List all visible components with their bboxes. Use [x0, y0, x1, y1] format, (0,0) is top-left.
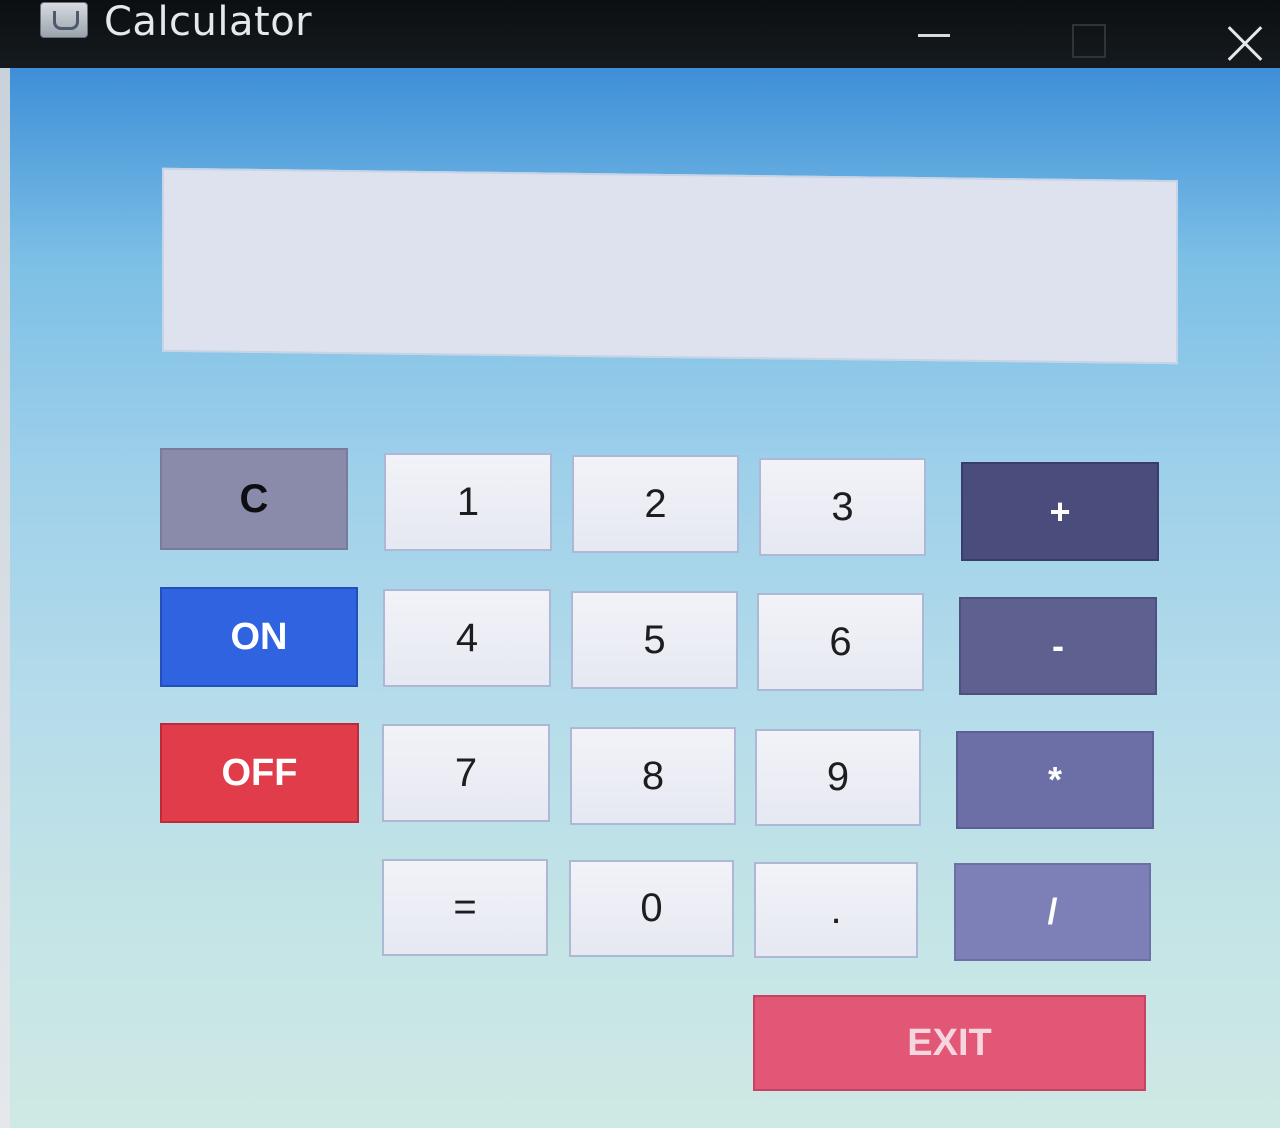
calculator-window: Calculator C 1 2 3 + ON 4 5 6 - OFF 7 8 …: [0, 0, 1280, 1128]
maximize-button[interactable]: [1064, 14, 1118, 58]
digit-6-button[interactable]: 6: [757, 593, 924, 691]
digit-9-button[interactable]: 9: [755, 729, 921, 826]
on-button[interactable]: ON: [160, 587, 358, 687]
multiply-button[interactable]: *: [956, 731, 1154, 829]
equals-button[interactable]: =: [382, 859, 548, 956]
divide-button[interactable]: /: [954, 863, 1151, 961]
window-title: Calculator: [104, 0, 313, 45]
minimize-button[interactable]: [906, 14, 960, 54]
digit-4-button[interactable]: 4: [383, 589, 551, 687]
display-field[interactable]: [162, 167, 1178, 365]
digit-0-button[interactable]: 0: [569, 860, 734, 957]
digit-5-button[interactable]: 5: [571, 591, 738, 689]
plus-button[interactable]: +: [961, 462, 1159, 561]
digit-1-button[interactable]: 1: [384, 453, 552, 551]
minus-button[interactable]: -: [959, 597, 1157, 695]
close-button[interactable]: [1218, 22, 1272, 66]
digit-2-button[interactable]: 2: [572, 455, 739, 553]
digit-7-button[interactable]: 7: [382, 724, 550, 822]
digit-8-button[interactable]: 8: [570, 727, 736, 825]
title-bar[interactable]: Calculator: [0, 0, 1280, 68]
decimal-point-button[interactable]: .: [754, 862, 918, 958]
digit-3-button[interactable]: 3: [759, 458, 926, 556]
clear-button[interactable]: C: [160, 448, 348, 550]
exit-button[interactable]: EXIT: [753, 995, 1146, 1091]
java-coffee-icon: [40, 2, 88, 38]
off-button[interactable]: OFF: [160, 723, 359, 823]
